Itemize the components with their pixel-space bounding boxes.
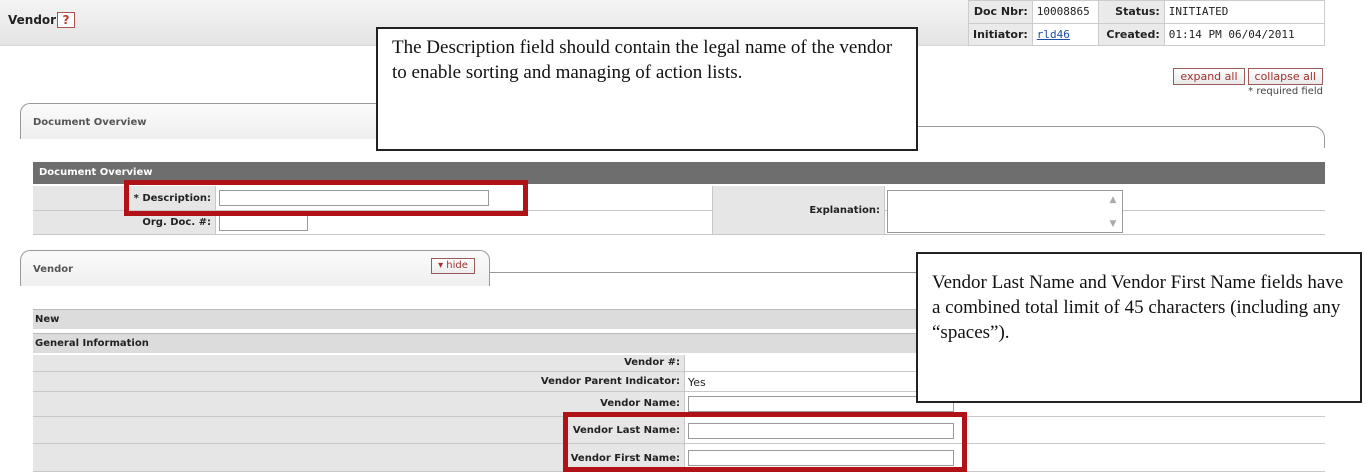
- description-highlight: [124, 180, 528, 216]
- org-doc-input[interactable]: [219, 215, 308, 231]
- description-callout: The Description field should contain the…: [376, 27, 918, 151]
- page-title: Vendor: [8, 13, 57, 27]
- initiator-label: Initiator:: [968, 22, 1033, 46]
- doc-nbr-value: 10008865: [1031, 0, 1099, 24]
- hide-vendor-button[interactable]: ▾ hide: [431, 258, 475, 274]
- expand-all-button[interactable]: expand all: [1173, 68, 1245, 85]
- vendor-name-highlight: [563, 412, 967, 472]
- vendor-number-label: Vendor #:: [33, 355, 685, 371]
- created-label: Created:: [1097, 22, 1165, 46]
- status-value: INITIATED: [1163, 0, 1326, 24]
- tab-vendor-label: Vendor: [33, 264, 74, 275]
- expand-collapse-controls: expand all collapse all: [1173, 68, 1323, 85]
- required-field-note: * required field: [1248, 86, 1323, 97]
- help-icon[interactable]: ?: [57, 12, 75, 28]
- collapse-all-button[interactable]: collapse all: [1247, 68, 1323, 85]
- explanation-label: Explanation:: [713, 186, 885, 235]
- document-meta-table: Doc Nbr: 10008865 Status: INITIATED Init…: [968, 0, 1326, 46]
- vendor-name-input[interactable]: [688, 396, 954, 412]
- explanation-textarea[interactable]: [887, 190, 1123, 233]
- vendor-parent-indicator-label: Vendor Parent Indicator:: [33, 372, 685, 391]
- status-label: Status:: [1097, 0, 1165, 24]
- created-value: 01:14 PM 06/04/2011: [1163, 22, 1326, 46]
- name-limit-callout: Vendor Last Name and Vendor First Name f…: [916, 252, 1362, 403]
- scroll-up-icon[interactable]: ▲: [1106, 193, 1120, 207]
- initiator-link[interactable]: rld46: [1037, 28, 1070, 41]
- scroll-down-icon[interactable]: ▼: [1106, 217, 1120, 231]
- tab-document-overview-label: Document Overview: [33, 117, 147, 128]
- doc-nbr-label: Doc Nbr:: [968, 0, 1033, 24]
- tab-vendor[interactable]: Vendor: [20, 250, 490, 286]
- tab-document-overview[interactable]: Document Overview: [20, 103, 400, 139]
